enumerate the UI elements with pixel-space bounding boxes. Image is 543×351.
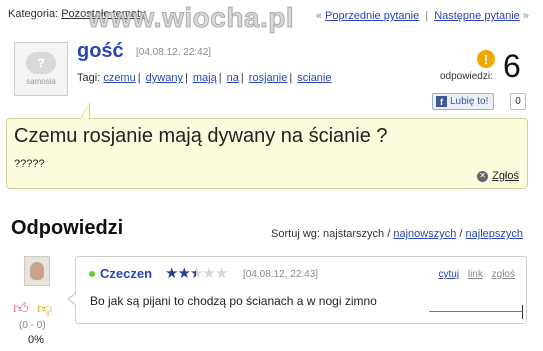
star-half-icon: ★ xyxy=(189,265,203,282)
question-date: [04.08.12, 22:42] xyxy=(136,47,212,58)
sort-best-link[interactable]: najlepszych xyxy=(466,228,523,240)
resize-line xyxy=(429,311,522,312)
online-status-icon xyxy=(89,271,95,277)
answer-avatar[interactable] xyxy=(24,256,50,286)
tag-link[interactable]: scianie xyxy=(297,72,331,84)
answer-rating-stars: ★★★★★ xyxy=(165,264,228,282)
answer-percent: 0% xyxy=(28,334,44,346)
star-icon: ★ xyxy=(177,265,190,282)
question-title: Czemu rosjanie mają dywany na ścianie ? xyxy=(14,125,388,147)
close-circle-icon: ✕ xyxy=(477,170,489,182)
star-icon: ★ xyxy=(165,265,178,282)
answer-author[interactable]: Czeczen xyxy=(100,266,152,281)
star-empty-icon: ★ xyxy=(214,265,228,282)
sort-oldest[interactable]: najstarszych xyxy=(323,228,384,240)
facebook-icon: f xyxy=(436,96,447,107)
question-box-tail-fill xyxy=(81,104,89,119)
answer-box-tail-fill xyxy=(69,293,77,305)
thumbs-down-icon[interactable]: 👎︎ xyxy=(37,300,52,318)
thumbs-up-icon[interactable]: 👍︎ xyxy=(13,300,29,318)
prev-question-link[interactable]: Poprzednie pytanie xyxy=(325,10,419,22)
prev-arrows: « xyxy=(315,10,322,22)
report-link[interactable]: Zgłoś xyxy=(492,170,519,182)
quote-link[interactable]: cytuj xyxy=(439,269,460,280)
answers-heading: Odpowiedzi xyxy=(11,217,124,239)
sort-options: Sortuj wg: najstarszych / najnowszych / … xyxy=(271,228,523,240)
next-question-link[interactable]: Następne pytanie xyxy=(434,10,520,22)
next-arrows: » xyxy=(522,10,529,22)
report-question[interactable]: ✕ Zgłoś xyxy=(477,170,519,182)
question-tags: Tagi: czemu | dywany | mają | na | rosjanie |… xyxy=(77,72,332,84)
permalink-link[interactable]: link xyxy=(468,269,483,280)
question-author[interactable]: gość xyxy=(77,40,124,63)
avatar-site-label: samosia xyxy=(26,77,56,86)
speech-bubble-icon: ? xyxy=(26,52,56,74)
star-empty-icon: ★ xyxy=(202,265,215,282)
answer-actions: cytuj link zgłoś xyxy=(433,269,516,280)
user-photo xyxy=(30,262,44,280)
answers-count-label: odpowiedzi: xyxy=(440,71,493,82)
question-body: ????? xyxy=(14,158,45,170)
tag-link[interactable]: rosjanie xyxy=(249,72,288,84)
like-count: 0 xyxy=(510,93,526,110)
tags-label: Tagi: xyxy=(77,72,101,84)
tag-link[interactable]: dywany xyxy=(146,72,183,84)
question-avatar[interactable]: ? samosia xyxy=(14,42,68,96)
report-answer-link[interactable]: zgłoś xyxy=(492,269,515,280)
tag-link[interactable]: na xyxy=(227,72,239,84)
tag-link[interactable]: mają xyxy=(193,72,217,84)
answer-text: Bo jak są pijani to chodzą po ścianach a… xyxy=(90,294,377,308)
sort-newest-link[interactable]: najnowszych xyxy=(393,228,456,240)
like-label: Lubię to! xyxy=(450,96,489,107)
category-label: Kategoria: xyxy=(8,8,59,20)
answers-count: 6 xyxy=(503,48,521,84)
nav-separator: | xyxy=(425,10,429,22)
sort-label: Sortuj wg: xyxy=(271,228,320,240)
tag-link[interactable]: czemu xyxy=(103,72,135,84)
watermark: www.wiocha.pl xyxy=(87,2,295,34)
facebook-like-button[interactable]: f Lubię to! xyxy=(432,93,495,110)
text-cursor xyxy=(522,305,523,319)
question-navigation: « Poprzednie pytanie | Następne pytanie … xyxy=(316,10,529,22)
answer-votes: (0 - 0) xyxy=(19,320,46,331)
unanswered-status-icon: ! xyxy=(477,50,495,68)
answer-date: [04.08.12, 22:43] xyxy=(243,269,319,280)
